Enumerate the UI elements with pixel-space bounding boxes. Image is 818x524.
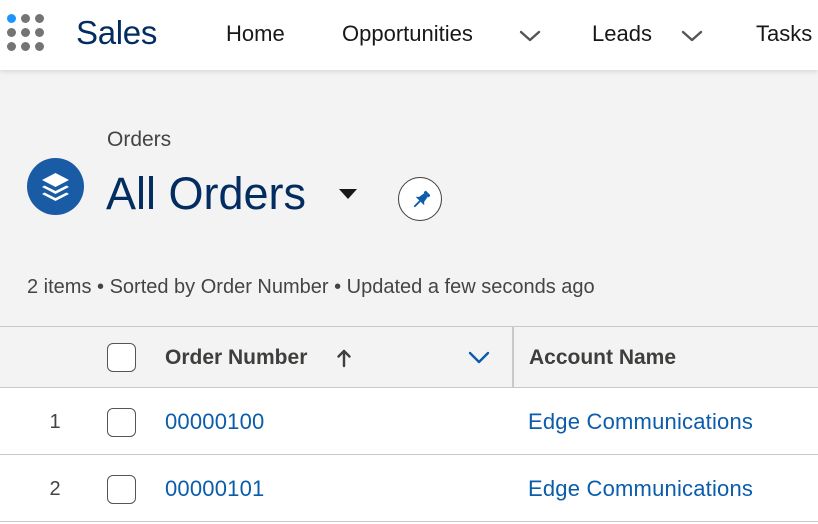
app-launcher-icon[interactable] (7, 14, 47, 54)
column-actions-chevron-down-icon[interactable] (467, 349, 491, 367)
opportunities-chevron-down-icon[interactable] (518, 27, 542, 45)
row-select-checkbox[interactable] (107, 475, 136, 504)
leads-chevron-down-icon[interactable] (680, 27, 704, 45)
account-name-link[interactable]: Edge Communications (528, 476, 753, 502)
select-all-checkbox[interactable] (107, 343, 136, 372)
table-row: 2 00000101 Edge Communications (0, 455, 818, 522)
object-label: Orders (107, 128, 172, 151)
column-header-account-name[interactable]: Account Name (529, 346, 676, 370)
list-view-meta-status: 2 items • Sorted by Order Number • Updat… (27, 276, 595, 298)
nav-item-leads[interactable]: Leads (592, 21, 652, 47)
column-header-order-number[interactable]: Order Number (165, 346, 307, 370)
account-name-link[interactable]: Edge Communications (528, 409, 753, 435)
nav-item-home[interactable]: Home (226, 21, 285, 47)
list-view-switcher-caret-icon[interactable] (337, 186, 359, 202)
nav-item-tasks[interactable]: Tasks (756, 21, 812, 47)
pin-icon (413, 190, 431, 208)
table-row: 1 00000100 Edge Communications (0, 388, 818, 455)
table-header-row: Order Number Account Name (0, 327, 818, 388)
pin-list-view-button[interactable] (398, 177, 442, 221)
row-number: 1 (49, 411, 61, 433)
order-number-link[interactable]: 00000100 (165, 409, 264, 435)
row-select-checkbox[interactable] (107, 408, 136, 437)
global-nav-bar: Sales Home Opportunities Leads Tasks (0, 0, 818, 70)
nav-item-opportunities[interactable]: Opportunities (342, 21, 473, 47)
row-number: 2 (49, 478, 61, 500)
sort-ascending-arrow-icon[interactable] (336, 348, 352, 368)
app-name: Sales (76, 14, 158, 51)
stack-layers-icon (27, 158, 84, 215)
orders-data-table: Order Number Account Name 1 00000100 Edg… (0, 326, 818, 524)
column-resize-handle[interactable] (512, 327, 514, 387)
order-number-link[interactable]: 00000101 (165, 476, 264, 502)
list-view-title[interactable]: All Orders (106, 168, 306, 220)
